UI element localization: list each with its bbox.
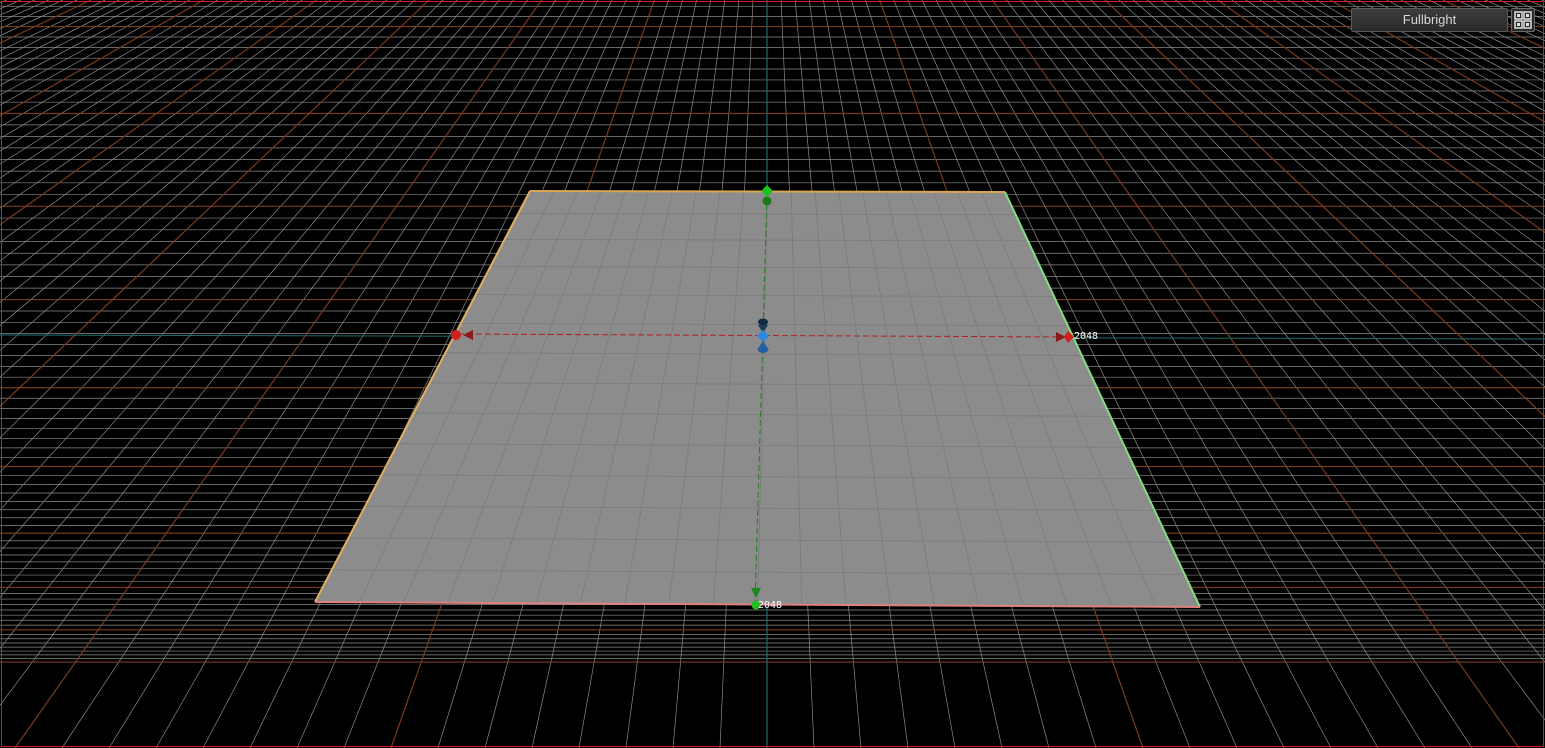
grid-line bbox=[1513, 0, 1545, 14]
grid-line bbox=[1273, 0, 1545, 172]
grid-line bbox=[1287, 0, 1545, 159]
grid-line bbox=[0, 0, 444, 439]
grid-line bbox=[0, 0, 275, 179]
grid-line bbox=[1372, 0, 1545, 92]
3d-viewport[interactable] bbox=[0, 0, 1545, 748]
gizmo-z-top-handle[interactable] bbox=[758, 318, 768, 326]
grid-line bbox=[1118, 0, 1545, 388]
grid-line bbox=[0, 0, 162, 86]
grid-line bbox=[1344, 0, 1545, 112]
grid-line bbox=[1499, 0, 1545, 21]
grid-line bbox=[1161, 0, 1545, 312]
grid-line bbox=[0, 0, 486, 552]
dimension-x-label: 2048 bbox=[1074, 331, 1099, 342]
grid-line bbox=[1316, 0, 1545, 134]
gizmo-x-min-handle[interactable] bbox=[451, 330, 461, 340]
grid-line bbox=[1104, 0, 1545, 418]
grid-line bbox=[1020, 0, 1545, 663]
grid-line bbox=[0, 0, 289, 194]
grid-line bbox=[1231, 0, 1545, 217]
grid-line bbox=[1485, 0, 1545, 28]
grid-line bbox=[1034, 0, 1545, 612]
gizmo-z-bottom-handle[interactable] bbox=[758, 347, 768, 353]
grid-line bbox=[1203, 0, 1545, 251]
grid-line bbox=[0, 0, 416, 378]
grid-line bbox=[1414, 0, 1545, 65]
grid-line bbox=[1259, 0, 1545, 186]
viewport-layout-button[interactable] bbox=[1511, 8, 1535, 32]
grid-line bbox=[0, 0, 261, 165]
grid-line bbox=[0, 0, 134, 68]
grid-line bbox=[0, 0, 317, 226]
render-mode-dropdown[interactable]: Fullbright bbox=[1351, 8, 1508, 32]
grid-line bbox=[0, 0, 402, 351]
grid-line bbox=[1329, 0, 1545, 123]
grid-line bbox=[0, 0, 303, 209]
grid-line bbox=[0, 0, 359, 282]
grid-line bbox=[0, 0, 331, 243]
grid-line bbox=[0, 0, 78, 37]
grid-line bbox=[0, 0, 92, 44]
grid-line bbox=[0, 0, 247, 152]
grid-line bbox=[1146, 0, 1545, 336]
grid-line bbox=[1442, 0, 1545, 49]
grid-line bbox=[1400, 0, 1545, 74]
grid-line bbox=[0, 0, 106, 52]
gizmo-y-min-dot[interactable] bbox=[762, 196, 772, 206]
grid-line bbox=[0, 0, 176, 96]
viewport-layout-grid-icon bbox=[1514, 11, 1532, 29]
dimension-y-label: 2048 bbox=[758, 600, 783, 611]
grid-line bbox=[1062, 0, 1545, 523]
grid-line bbox=[0, 0, 218, 128]
grid-line bbox=[1386, 0, 1545, 83]
grid-line bbox=[1217, 0, 1545, 234]
grid-line bbox=[1090, 0, 1545, 450]
grid-line bbox=[0, 0, 388, 326]
grid-line bbox=[1541, 0, 1545, 2]
